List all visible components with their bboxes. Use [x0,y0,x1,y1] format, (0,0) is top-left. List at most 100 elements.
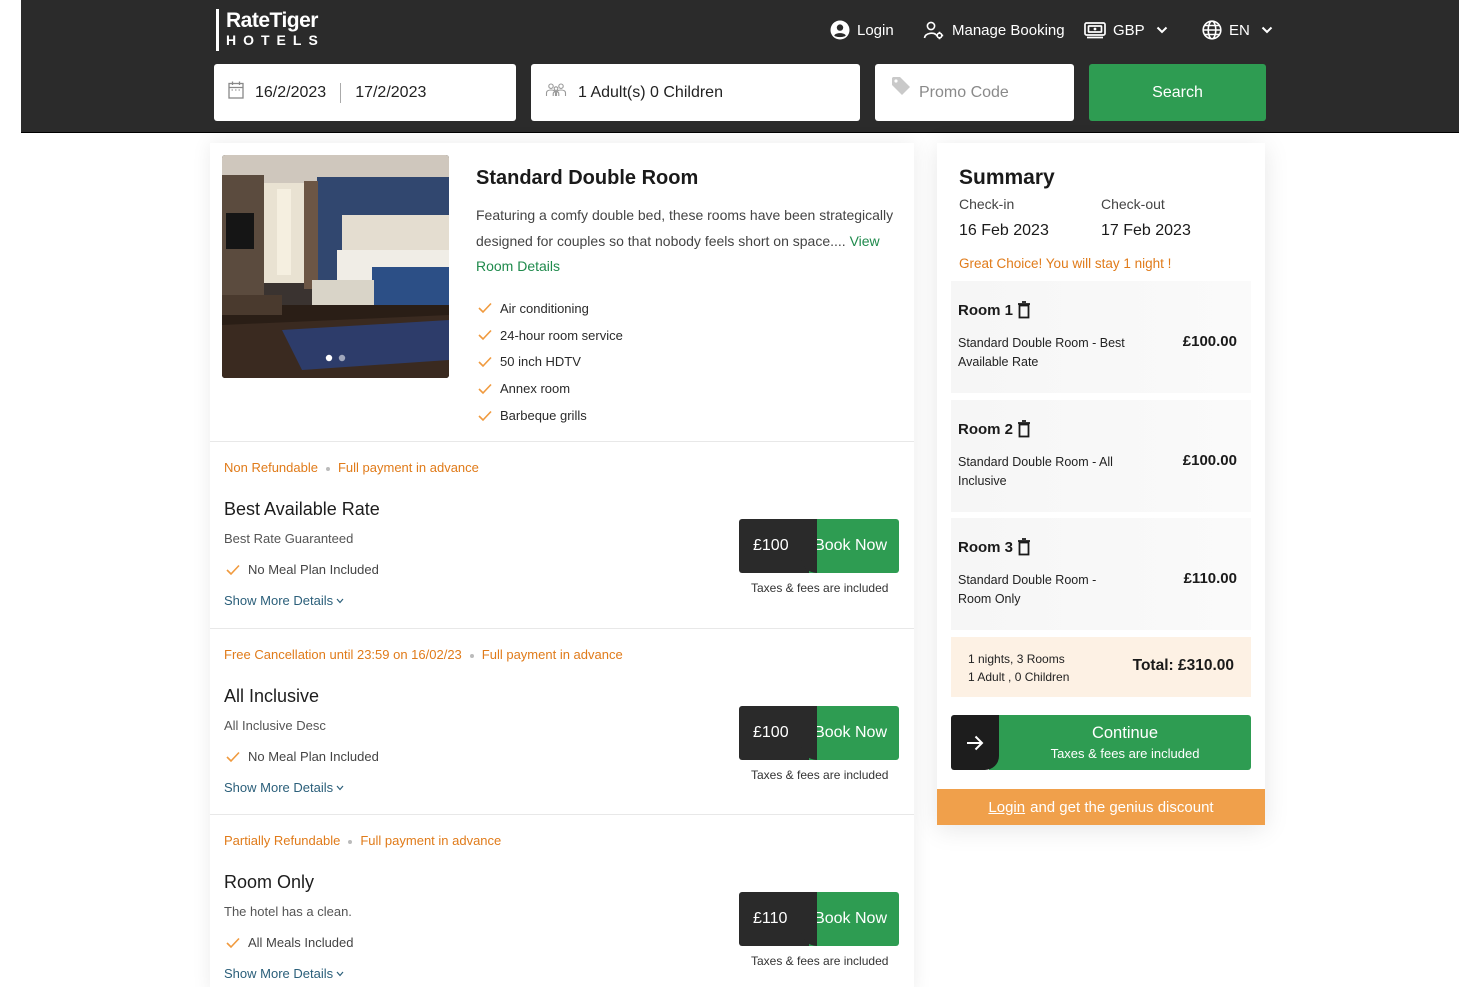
genius-login-link[interactable]: Login [988,799,1025,816]
payment-policy: Full payment in advance [481,647,623,662]
taxes-note: Taxes & fees are included [751,581,889,595]
trash-icon[interactable] [1017,420,1031,438]
rate-policy-tags: Non Refundable Full payment in advance [224,460,479,475]
login-link[interactable]: Login [830,18,894,42]
promo-code-input[interactable]: Promo Code [875,64,1074,121]
rate-name: All Inclusive [224,686,320,706]
check-icon [478,383,492,394]
show-more-label: Show More Details [224,780,334,795]
separator-dot [348,839,353,844]
chevron-down-icon [336,971,344,976]
room-description-text: Featuring a comfy double bed, these room… [476,207,894,249]
language-selector[interactable]: EN [1202,18,1273,42]
room-description: Featuring a comfy double bed, these room… [476,203,906,280]
meal-plan-label: No Meal Plan Included [248,749,379,764]
nights-rooms: 1 nights, 3 Rooms [968,652,1065,666]
book-now-button[interactable]: £100 Book Now [739,519,899,573]
user-icon [830,20,850,40]
total-price: Total: £310.00 [1132,657,1234,674]
arrow-right-icon [951,715,999,770]
show-more-label: Show More Details [224,593,334,608]
book-now-button[interactable]: £100 Book Now [739,706,899,760]
check-icon [478,410,492,421]
rate-subtitle: The hotel has a clean. [224,904,352,919]
trash-icon[interactable] [1017,538,1031,556]
show-more-details-link[interactable]: Show More Details [224,966,344,981]
room-photo[interactable] [222,155,449,378]
rate-price: £100 [739,706,817,760]
chevron-down-icon [1156,26,1168,34]
booking-summary: Summary Check-in Check-out 16 Feb 2023 1… [937,143,1265,825]
room-price: £100.00 [1182,333,1237,350]
chevron-down-icon [336,785,344,790]
rate-policy-tags: Free Cancellation until 23:59 on 16/02/2… [224,647,623,662]
rate-subtitle: All Inclusive Desc [224,718,326,733]
continue-body: Continue Taxes & fees are included [989,715,1251,770]
amenity-label: Annex room [500,381,571,397]
check-in-date: 16/2/2023 [255,83,327,101]
book-now-button[interactable]: £110 Book Now [739,892,899,946]
room-description: Standard Double Room - All Inclusive [958,455,1113,488]
room-label: Room 2 [958,420,1014,438]
meal-plan: No Meal Plan Included [226,749,379,764]
meal-plan-label: No Meal Plan Included [248,562,379,577]
guest-selector[interactable]: 1 Adult(s) 0 Children [531,64,860,121]
rate-price: £110 [739,892,817,946]
separator-dot [469,653,474,658]
show-more-details-link[interactable]: Show More Details [224,593,344,608]
calendar-icon [228,81,244,104]
room-price: £100.00 [1182,452,1237,469]
site-header: RateTiger HOTELS Login Manage Booking GB… [21,0,1459,133]
check-out-label: Check-out [1101,196,1165,212]
show-more-details-link[interactable]: Show More Details [224,780,344,795]
check-icon [226,937,240,948]
amenity-item: 50 inch HDTV [478,349,623,376]
room-rates-panel: Standard Double Room Featuring a comfy d… [210,143,914,987]
check-icon [478,303,492,314]
summary-room-card: Room 1 Standard Double Room - Best Avail… [951,281,1251,393]
room-label: Room 3 [958,538,1014,556]
date-range-picker[interactable]: 16/2/2023 17/2/2023 [214,64,516,121]
room-description: Standard Double Room - Best Available Ra… [958,336,1125,369]
rate-name: Room Only [224,872,315,892]
amenity-label: Air conditioning [500,300,589,316]
check-in-label: Check-in [959,196,1015,212]
currency-label: GBP [1113,21,1145,39]
amenity-item: Annex room [478,375,623,402]
check-icon [226,751,240,762]
amenity-label: 24-hour room service [500,327,623,343]
payment-policy: Full payment in advance [360,833,502,848]
search-button[interactable]: Search [1089,64,1266,121]
language-label: EN [1229,21,1250,39]
check-icon [478,330,492,341]
payment-policy: Full payment in advance [337,460,479,475]
rate-policy-tags: Partially Refundable Full payment in adv… [224,833,501,848]
book-now-label: Book Now [809,519,899,573]
page: RateTiger HOTELS Login Manage Booking GB… [21,0,1459,987]
check-out-date: 17 Feb 2023 [1101,222,1191,239]
brand-logo[interactable]: RateTiger HOTELS [216,9,336,51]
cancellation-policy: Free Cancellation until 23:59 on 16/02/2… [224,647,462,662]
user-settings-icon [923,20,945,40]
cancellation-policy: Partially Refundable [224,833,341,848]
continue-button[interactable]: Continue Taxes & fees are included [951,715,1251,770]
manage-booking-link[interactable]: Manage Booking [923,18,1065,42]
rate-price: £100 [739,519,817,573]
rate-subtitle: Best Rate Guaranteed [224,531,354,546]
brand-name: RateTiger [226,9,318,32]
room-heading: Room 1 [958,301,1031,319]
login-label: Login [857,21,894,39]
meal-plan: All Meals Included [226,935,354,950]
book-now-label: Book Now [809,892,899,946]
date-divider [340,82,342,103]
meal-plan: No Meal Plan Included [226,562,379,577]
globe-icon [1202,20,1222,40]
currency-selector[interactable]: GBP [1084,18,1168,42]
guest-count: 1 Adult , 0 Children [968,670,1070,684]
manage-booking-label: Manage Booking [952,21,1065,39]
trash-icon[interactable] [1017,301,1031,319]
brand-tagline: HOTELS [226,32,325,48]
tag-icon [891,76,911,101]
amenity-label: 50 inch HDTV [500,354,581,370]
rate-option: Free Cancellation until 23:59 on 16/02/2… [210,628,914,814]
